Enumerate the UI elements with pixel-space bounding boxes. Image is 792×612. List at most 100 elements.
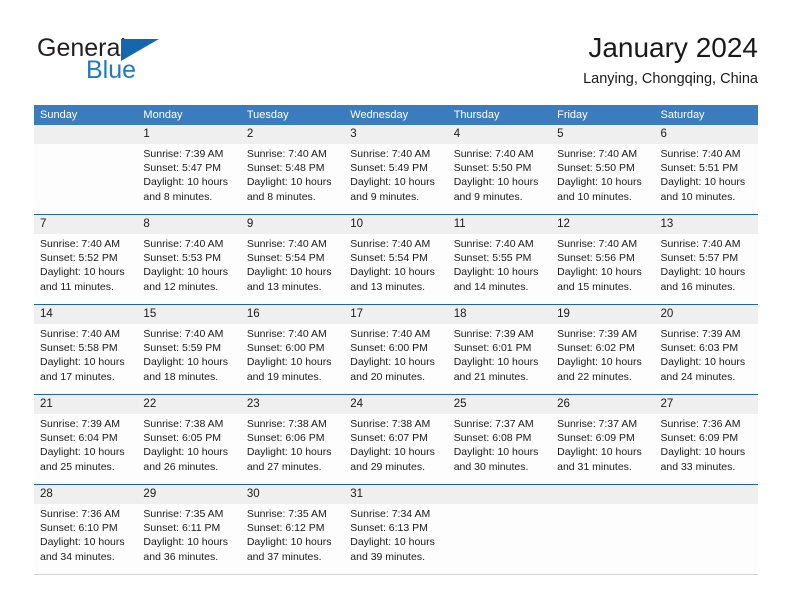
day-cell[interactable]: Sunrise: 7:39 AM Sunset: 6:04 PM Daylight:…: [34, 414, 137, 484]
day-number[interactable]: 6: [655, 125, 758, 144]
day-cell[interactable]: Sunrise: 7:40 AM Sunset: 5:58 PM Daylight:…: [34, 324, 137, 394]
day-number[interactable]: 24: [344, 395, 447, 414]
day-cell[interactable]: Sunrise: 7:40 AM Sunset: 5:54 PM Daylight:…: [241, 234, 344, 304]
day-number[interactable]: 4: [448, 125, 551, 144]
day-cell[interactable]: Sunrise: 7:39 AM Sunset: 6:02 PM Daylight:…: [551, 324, 654, 394]
day-cell[interactable]: Sunrise: 7:40 AM Sunset: 5:51 PM Daylight:…: [655, 144, 758, 214]
day-cell[interactable]: Sunrise: 7:40 AM Sunset: 6:00 PM Daylight:…: [241, 324, 344, 394]
day-number: [34, 125, 137, 144]
daylight-text-line1: Daylight: 10 hours: [660, 446, 746, 459]
day-number[interactable]: 3: [344, 125, 447, 144]
daylight-text-line1: Daylight: 10 hours: [453, 266, 539, 279]
daylight-text-line1: Daylight: 10 hours: [350, 356, 435, 369]
day-cell[interactable]: Sunrise: 7:39 AM Sunset: 5:47 PM Daylight:…: [137, 144, 240, 214]
day-cell[interactable]: Sunrise: 7:36 AM Sunset: 6:09 PM Daylight:…: [655, 414, 758, 484]
day-cell[interactable]: Sunrise: 7:40 AM Sunset: 5:50 PM Daylight:…: [551, 144, 654, 214]
daylight-text-line2: and 11 minutes.: [40, 280, 114, 293]
daylight-text-line2: and 9 minutes.: [350, 190, 420, 203]
day-cell[interactable]: Sunrise: 7:38 AM Sunset: 6:07 PM Daylight:…: [344, 414, 447, 484]
day-cell[interactable]: Sunrise: 7:37 AM Sunset: 6:09 PM Daylight:…: [551, 414, 654, 484]
day-number[interactable]: 22: [137, 395, 240, 414]
day-number[interactable]: 30: [241, 485, 344, 504]
daylight-text-line1: Daylight: 10 hours: [453, 446, 539, 459]
day-number-band: 21 22 23 24 25 26 27: [34, 395, 758, 414]
day-number[interactable]: 21: [34, 395, 137, 414]
daylight-text-line2: and 17 minutes.: [40, 370, 115, 383]
daylight-text-line2: and 8 minutes.: [143, 190, 213, 203]
day-cell[interactable]: Sunrise: 7:40 AM Sunset: 5:54 PM Daylight:…: [344, 234, 447, 304]
day-cell[interactable]: Sunrise: 7:38 AM Sunset: 6:05 PM Daylight:…: [137, 414, 240, 484]
day-number-band: 14 15 16 17 18 19 20: [34, 305, 758, 324]
day-cell[interactable]: Sunrise: 7:36 AM Sunset: 6:10 PM Daylight:…: [34, 504, 137, 574]
day-number[interactable]: 15: [137, 305, 240, 324]
day-cell[interactable]: Sunrise: 7:40 AM Sunset: 5:50 PM Daylight:…: [448, 144, 551, 214]
sunset-text: Sunset: 5:54 PM: [350, 252, 428, 265]
day-number: [448, 485, 551, 504]
day-cell-empty: [655, 504, 758, 574]
day-number[interactable]: 2: [241, 125, 344, 144]
day-number[interactable]: 16: [241, 305, 344, 324]
day-number[interactable]: 12: [551, 215, 654, 234]
day-cell[interactable]: Sunrise: 7:37 AM Sunset: 6:08 PM Daylight:…: [448, 414, 551, 484]
day-cell[interactable]: Sunrise: 7:39 AM Sunset: 6:03 PM Daylight:…: [655, 324, 758, 394]
day-cell[interactable]: Sunrise: 7:38 AM Sunset: 6:06 PM Daylight:…: [241, 414, 344, 484]
sunset-text: Sunset: 6:05 PM: [143, 432, 222, 445]
day-number[interactable]: 1: [137, 125, 240, 144]
weekday-header-sunday: Sunday: [40, 109, 78, 121]
day-cell[interactable]: Sunrise: 7:40 AM Sunset: 5:59 PM Daylight:…: [137, 324, 240, 394]
day-cell[interactable]: Sunrise: 7:40 AM Sunset: 5:55 PM Daylight:…: [448, 234, 551, 304]
day-cell[interactable]: Sunrise: 7:40 AM Sunset: 5:48 PM Daylight:…: [241, 144, 344, 214]
weekday-header-monday: Monday: [143, 109, 183, 121]
day-number-band: 123456: [34, 125, 758, 144]
day-number[interactable]: 31: [344, 485, 447, 504]
day-number[interactable]: 8: [137, 215, 240, 234]
sunrise-text: Sunrise: 7:38 AM: [143, 418, 224, 430]
sunrise-text: Sunrise: 7:40 AM: [453, 238, 534, 250]
sunrise-text: Sunrise: 7:39 AM: [660, 328, 741, 340]
day-cell[interactable]: Sunrise: 7:40 AM Sunset: 5:52 PM Daylight:…: [34, 234, 137, 304]
sunset-text: Sunset: 6:09 PM: [557, 432, 635, 445]
daylight-text-line1: Daylight: 10 hours: [453, 176, 539, 189]
day-number[interactable]: 20: [655, 305, 758, 324]
daylight-text-line2: and 15 minutes.: [557, 280, 632, 293]
daylight-text-line2: and 22 minutes.: [557, 370, 632, 383]
day-number[interactable]: 11: [448, 215, 551, 234]
weekday-header-saturday: Saturday: [660, 109, 705, 121]
sunrise-text: Sunrise: 7:40 AM: [246, 238, 327, 250]
day-cell[interactable]: Sunrise: 7:40 AM Sunset: 5:56 PM Daylight:…: [551, 234, 654, 304]
daylight-text-line1: Daylight: 10 hours: [660, 356, 746, 369]
day-number[interactable]: 10: [344, 215, 447, 234]
day-number[interactable]: 13: [655, 215, 758, 234]
day-cell[interactable]: Sunrise: 7:34 AM Sunset: 6:13 PM Daylight:…: [344, 504, 447, 574]
daylight-text-line1: Daylight: 10 hours: [453, 356, 539, 369]
day-cell[interactable]: Sunrise: 7:40 AM Sunset: 5:53 PM Daylight:…: [137, 234, 240, 304]
page-title: January 2024: [588, 32, 758, 63]
day-number[interactable]: 18: [448, 305, 551, 324]
sunset-text: Sunset: 5:59 PM: [143, 342, 222, 355]
day-number[interactable]: 9: [241, 215, 344, 234]
day-cell[interactable]: Sunrise: 7:35 AM Sunset: 6:12 PM Daylight:…: [241, 504, 344, 574]
day-number[interactable]: 5: [551, 125, 654, 144]
day-number[interactable]: 28: [34, 485, 137, 504]
day-cell[interactable]: Sunrise: 7:39 AM Sunset: 6:01 PM Daylight:…: [448, 324, 551, 394]
daylight-text-line2: and 12 minutes.: [143, 280, 219, 293]
day-number[interactable]: 25: [448, 395, 551, 414]
day-cell[interactable]: Sunrise: 7:40 AM Sunset: 6:00 PM Daylight:…: [344, 324, 447, 394]
day-cell[interactable]: Sunrise: 7:40 AM Sunset: 5:49 PM Daylight:…: [344, 144, 447, 214]
sunset-text: Sunset: 6:11 PM: [143, 522, 221, 535]
daylight-text-line1: Daylight: 10 hours: [246, 356, 332, 369]
day-number[interactable]: 19: [551, 305, 654, 324]
day-number[interactable]: 14: [34, 305, 137, 324]
day-cell[interactable]: Sunrise: 7:35 AM Sunset: 6:11 PM Daylight:…: [137, 504, 240, 574]
day-number[interactable]: 23: [241, 395, 344, 414]
day-number[interactable]: 17: [344, 305, 447, 324]
day-number[interactable]: 29: [137, 485, 240, 504]
brand-logo[interactable]: General Blue: [34, 32, 284, 94]
day-cell[interactable]: Sunrise: 7:40 AM Sunset: 5:57 PM Daylight:…: [655, 234, 758, 304]
sunrise-text: Sunrise: 7:40 AM: [143, 328, 224, 340]
day-number[interactable]: 7: [34, 215, 137, 234]
sunset-text: Sunset: 6:00 PM: [246, 342, 325, 355]
day-number[interactable]: 27: [655, 395, 758, 414]
sunset-text: Sunset: 5:50 PM: [557, 162, 635, 175]
day-number[interactable]: 26: [551, 395, 654, 414]
